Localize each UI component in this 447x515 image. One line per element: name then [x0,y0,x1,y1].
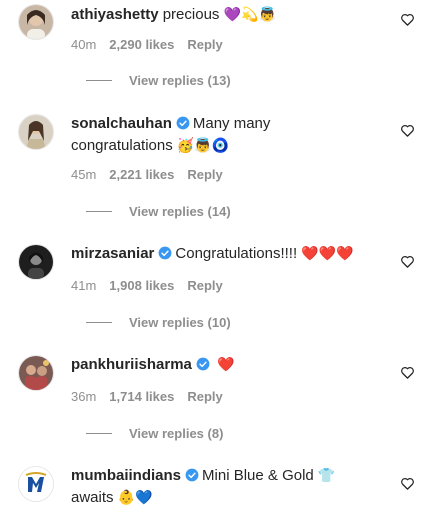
comment-username[interactable]: sonalchauhan [71,115,172,132]
comment-emoji: 👶💙 [117,490,153,506]
verified-badge-icon [158,246,172,260]
view-replies-button[interactable]: View replies (8) [86,426,223,441]
divider [86,322,112,323]
verified-badge-icon [196,357,210,371]
reply-button[interactable]: Reply [187,278,222,293]
reply-button[interactable]: Reply [187,389,222,404]
reply-button[interactable]: Reply [187,37,222,52]
comment-text: Congratulations!!!! [175,245,298,262]
comment-emoji: ❤️❤️❤️ [301,246,354,262]
view-replies-label: View replies (14) [129,204,231,219]
comment-time: 45m [71,167,97,182]
divider [86,80,112,81]
heart-outline-icon[interactable] [400,123,415,138]
avatar[interactable] [18,114,54,150]
reply-button[interactable]: Reply [187,167,222,182]
comment-text: precious [162,6,220,23]
comment-username[interactable]: mumbaiindians [71,467,181,484]
comment-text: Mini Blue & Gold [202,467,314,484]
heart-outline-icon[interactable] [400,254,415,269]
comment-time: 41m [71,278,97,293]
view-replies-label: View replies (13) [129,73,231,88]
comment-text: congratulations [71,137,173,154]
comment-username[interactable]: mirzasaniar [71,245,154,262]
view-replies-button[interactable]: View replies (10) [86,315,231,330]
comment-text: awaits [71,489,114,506]
comment-emoji: 💜💫👼 [223,7,276,23]
divider [86,211,112,212]
comment-time: 40m [71,37,97,52]
comment-likes[interactable]: 2,221 likes [109,167,174,182]
comment-likes[interactable]: 2,290 likes [109,37,174,52]
comment-emoji: ❤️ [217,357,235,373]
heart-outline-icon[interactable] [400,12,415,27]
divider [86,433,112,434]
verified-badge-icon [176,116,190,130]
comment-text: Many many [192,115,271,132]
comment-username[interactable]: athiyashetty [71,6,159,23]
avatar[interactable] [18,4,54,40]
comment-emoji: 🥳👼🧿 [176,138,230,154]
comment-likes[interactable]: 1,714 likes [109,389,174,404]
comment-emoji: 👕 [317,468,336,484]
comment-likes[interactable]: 1,908 likes [109,278,174,293]
heart-outline-icon[interactable] [400,476,415,491]
view-replies-label: View replies (8) [129,426,224,441]
view-replies-button[interactable]: View replies (13) [86,73,231,88]
comment-time: 36m [71,389,97,404]
avatar[interactable] [18,244,54,280]
view-replies-label: View replies (10) [129,315,231,330]
comment-username[interactable]: pankhuriisharma [71,356,192,373]
avatar[interactable] [18,466,54,502]
heart-outline-icon[interactable] [400,365,415,380]
view-replies-button[interactable]: View replies (14) [86,204,231,219]
avatar[interactable] [18,355,54,391]
verified-badge-icon [185,468,199,482]
